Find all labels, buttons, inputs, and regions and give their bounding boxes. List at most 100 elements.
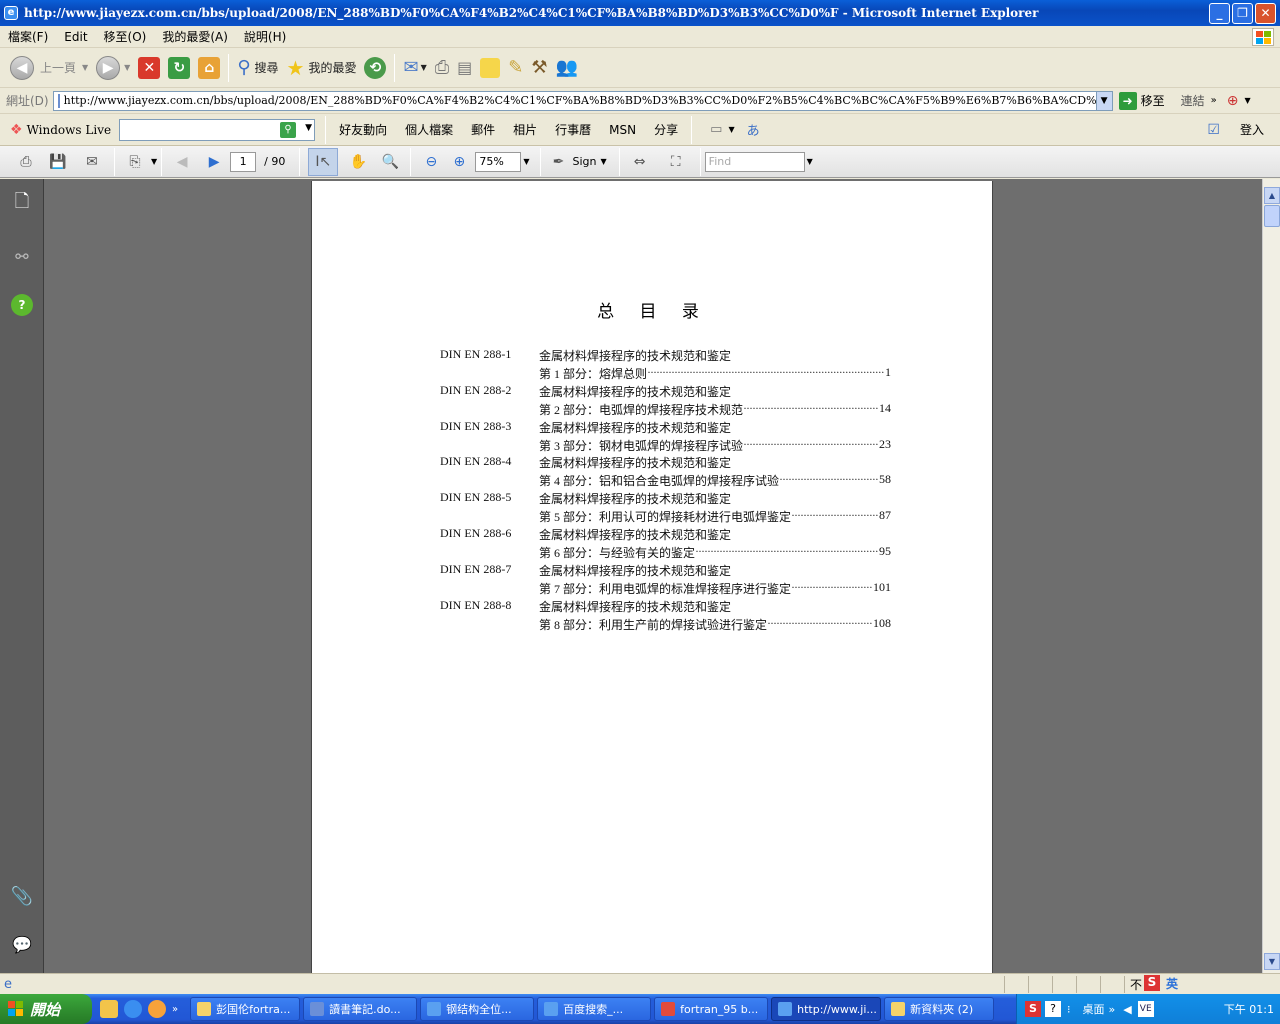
mail-button[interactable]: ✉ ▼ — [399, 52, 430, 84]
research-button[interactable]: ✎ — [504, 52, 527, 84]
zoom-level-input[interactable]: 75% — [475, 151, 522, 172]
history-button[interactable]: ⟲ — [360, 52, 390, 84]
comments-icon[interactable]: 💬 — [11, 933, 33, 955]
tray-options-icon[interactable]: ⁝ — [1067, 1003, 1071, 1016]
tools-button[interactable]: ⚒ — [527, 52, 551, 84]
chevrons-right-icon[interactable]: » — [1211, 95, 1217, 106]
page-number-input[interactable]: 1 — [230, 151, 257, 172]
binoculars-icon[interactable]: ⚯ — [11, 245, 33, 267]
task-item-active[interactable]: http://www.ji... — [771, 997, 882, 1021]
task-item[interactable]: 百度搜索_... — [537, 997, 652, 1021]
maximize-button[interactable]: ❐ — [1232, 3, 1253, 24]
hand-tool-icon[interactable]: ✋ — [346, 151, 370, 173]
select-tool-icon[interactable]: I↖ — [308, 147, 339, 176]
zoom-out-icon[interactable]: ⊖ — [419, 151, 443, 173]
live-item-photos[interactable]: 相片 — [504, 121, 546, 138]
find-input[interactable]: Find — [704, 151, 805, 172]
menu-edit[interactable]: Edit — [56, 30, 95, 44]
live-item-share[interactable]: 分享 — [645, 121, 687, 138]
refresh-button[interactable]: ↻ — [164, 52, 194, 84]
menu-file[interactable]: 檔案(F) — [0, 28, 56, 45]
menu-help[interactable]: 說明(H) — [236, 28, 294, 45]
sign-button[interactable]: Sign — [573, 155, 597, 168]
ime-english-icon[interactable]: 英 — [1166, 975, 1178, 992]
sign-pen-icon[interactable]: ✒ — [549, 151, 569, 173]
help-icon[interactable]: ? — [1045, 1001, 1061, 1017]
layout-icon[interactable]: ▭ — [710, 122, 722, 137]
stop-button[interactable]: ✕ — [134, 52, 164, 84]
quick-launch-app-icon[interactable] — [100, 1000, 118, 1018]
chevron-down-icon[interactable]: ▼ — [151, 157, 157, 166]
chevron-down-icon[interactable]: ▼ — [1245, 96, 1251, 105]
translate-icon[interactable]: あ — [747, 120, 760, 139]
live-item-mail[interactable]: 郵件 — [462, 121, 504, 138]
back-button[interactable]: ◀ 上一頁 ▼ — [6, 52, 92, 84]
chevrons-right-icon[interactable]: » — [1109, 1003, 1116, 1016]
address-input[interactable]: http://www.jiayezx.com.cn/bbs/upload/200… — [52, 90, 1113, 111]
sogou-ime-icon[interactable]: S — [1025, 1001, 1041, 1017]
chevrons-right-icon[interactable]: » — [172, 1004, 178, 1015]
scroll-thumb[interactable] — [1264, 205, 1280, 227]
scroll-up-icon[interactable]: ▲ — [1264, 187, 1280, 204]
search-icon[interactable]: ⚲ — [280, 121, 297, 138]
search-button[interactable]: ⚲ 搜尋 — [233, 52, 282, 84]
live-item-friends[interactable]: 好友動向 — [330, 121, 396, 138]
zoom-tool-icon[interactable]: 🔍 — [378, 151, 402, 173]
pages-icon[interactable]: 🗋 — [11, 191, 33, 215]
live-item-profile[interactable]: 個人檔案 — [396, 121, 462, 138]
live-item-calendar[interactable]: 行事曆 — [546, 121, 600, 138]
chevron-down-icon[interactable]: ▼ — [601, 157, 607, 166]
vertical-scrollbar[interactable]: ▲ ▼ — [1262, 179, 1280, 973]
menu-go[interactable]: 移至(O) — [96, 28, 155, 45]
ie-icon — [544, 1002, 559, 1016]
chevron-down-icon[interactable]: ▼ — [523, 157, 529, 166]
print-button[interactable]: ⎙ — [431, 52, 453, 84]
links-label[interactable]: 連結 — [1181, 92, 1205, 109]
discuss-button[interactable] — [476, 52, 504, 84]
chevron-down-icon[interactable]: ▼ — [305, 123, 312, 133]
home-button[interactable]: ⌂ — [194, 52, 224, 84]
signin-link[interactable]: 登入 — [1240, 121, 1264, 138]
save-icon[interactable]: 💾 — [46, 151, 70, 173]
toc-entry-page: 108 — [873, 615, 891, 630]
desktop-label[interactable]: 桌面 — [1083, 1001, 1105, 1017]
forward-button[interactable]: ▶ ▼ — [92, 52, 134, 84]
minimize-button[interactable]: _ — [1209, 3, 1230, 24]
help-icon[interactable]: ? — [11, 294, 33, 316]
task-item[interactable]: 新資料夾 (2) — [884, 997, 995, 1021]
next-page-icon[interactable]: ▶ — [202, 151, 226, 173]
close-button[interactable]: ✕ — [1255, 3, 1276, 24]
task-item[interactable]: 讀書筆記.do... — [303, 997, 418, 1021]
task-item[interactable]: 彭国伦fortra... — [190, 997, 301, 1021]
clock-app-icon[interactable] — [148, 1000, 166, 1018]
start-button[interactable]: 開始 — [0, 994, 92, 1024]
find-pages-icon[interactable]: ⎘ — [123, 151, 147, 173]
toc-entry-part: 第 3 部分：钢材电弧焊的焊接程序试验 ·····················… — [539, 437, 891, 454]
paperclip-icon[interactable]: 📎 — [11, 885, 33, 907]
tray-expand-icon[interactable]: ◀ — [1123, 1003, 1131, 1016]
live-item-msn[interactable]: MSN — [600, 123, 645, 137]
edit-button[interactable]: ▤ — [453, 52, 476, 84]
previous-page-icon[interactable]: ◀ — [170, 151, 194, 173]
go-button[interactable]: ➜ 移至 — [1118, 91, 1165, 110]
ve-tray-icon[interactable]: VE — [1137, 1001, 1154, 1017]
fit-width-icon[interactable]: ⇔ — [628, 151, 652, 173]
menu-favorites[interactable]: 我的最愛(A) — [154, 28, 236, 45]
scroll-down-icon[interactable]: ▼ — [1264, 953, 1280, 970]
checklist-icon[interactable]: ☑ — [1207, 122, 1220, 138]
chevron-down-icon[interactable]: ▼ — [1095, 91, 1112, 110]
live-search-input[interactable]: ⚲ ▼ — [119, 118, 316, 141]
translate-icon[interactable]: ⊕ — [1227, 93, 1239, 109]
email-icon[interactable]: ✉ — [78, 151, 106, 173]
task-item[interactable]: 钢结构全位... — [420, 997, 535, 1021]
ime-icon[interactable]: S — [1144, 975, 1160, 991]
task-item[interactable]: fortran_95 b... — [654, 997, 769, 1021]
fit-page-icon[interactable]: ⛶ — [664, 151, 688, 173]
zoom-in-icon[interactable]: ⊕ — [447, 151, 471, 173]
messenger-button[interactable]: 👥 — [552, 52, 582, 84]
chevron-down-icon[interactable]: ▼ — [728, 125, 734, 134]
chevron-down-icon[interactable]: ▼ — [807, 157, 813, 166]
ie-quick-launch-icon[interactable] — [124, 1000, 142, 1018]
print-icon[interactable]: ⎙ — [14, 151, 38, 173]
favorites-button[interactable]: ★ 我的最愛 — [283, 52, 361, 84]
